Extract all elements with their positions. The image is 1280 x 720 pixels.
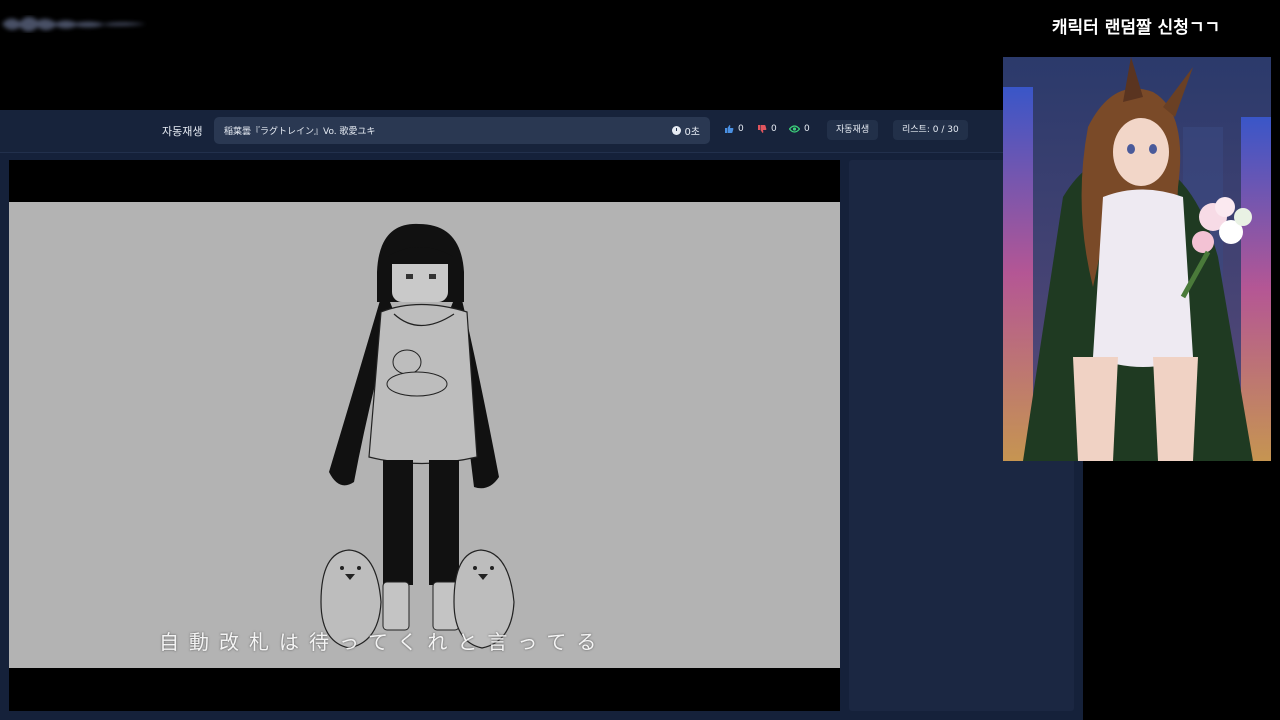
video-frame: 自動改札は待ってくれと言ってる: [9, 202, 840, 668]
video-illustration: [320, 223, 515, 649]
clock-icon: [672, 126, 682, 135]
dislike-button[interactable]: 0: [757, 124, 777, 134]
thumbs-up-icon: [725, 125, 734, 133]
autoplay-button[interactable]: 자동재생: [827, 120, 879, 140]
portrait-image: [1003, 57, 1271, 461]
timer: 0초: [672, 123, 700, 138]
playlist-count-button[interactable]: 리스트: 0 / 30: [893, 120, 968, 140]
eye-icon: [789, 125, 800, 133]
timer-value: 0초: [684, 127, 700, 138]
dislike-count: 0: [771, 124, 777, 134]
toolbar: 자동재생 稲葉曇『ラグトレイン』Vo. 歌愛ユキ 0초 0 0 0 자동재생 리…: [0, 110, 1083, 153]
song-search-input[interactable]: 稲葉曇『ラグトレイン』Vo. 歌愛ユキ 0초: [214, 117, 710, 144]
autoplay-label: 자동재생: [162, 125, 203, 138]
view-count: 0: [804, 124, 810, 134]
video-player[interactable]: 自動改札は待ってくれと言ってる: [9, 160, 840, 711]
thumbs-down-icon: [758, 125, 767, 133]
like-button[interactable]: 0: [724, 124, 744, 134]
waveform-logo: [2, 16, 146, 32]
like-count: 0: [738, 124, 744, 134]
view-count-stat: 0: [789, 124, 810, 134]
lyric-subtitle: 自動改札は待ってくれと言ってる: [159, 630, 607, 654]
current-song-title: 稲葉曇『ラグトレイン』Vo. 歌愛ユキ: [224, 127, 376, 137]
character-portrait: [1003, 57, 1271, 461]
overlay-title: 캐릭터 랜덤짤 신청ㄱㄱ: [1051, 18, 1221, 38]
